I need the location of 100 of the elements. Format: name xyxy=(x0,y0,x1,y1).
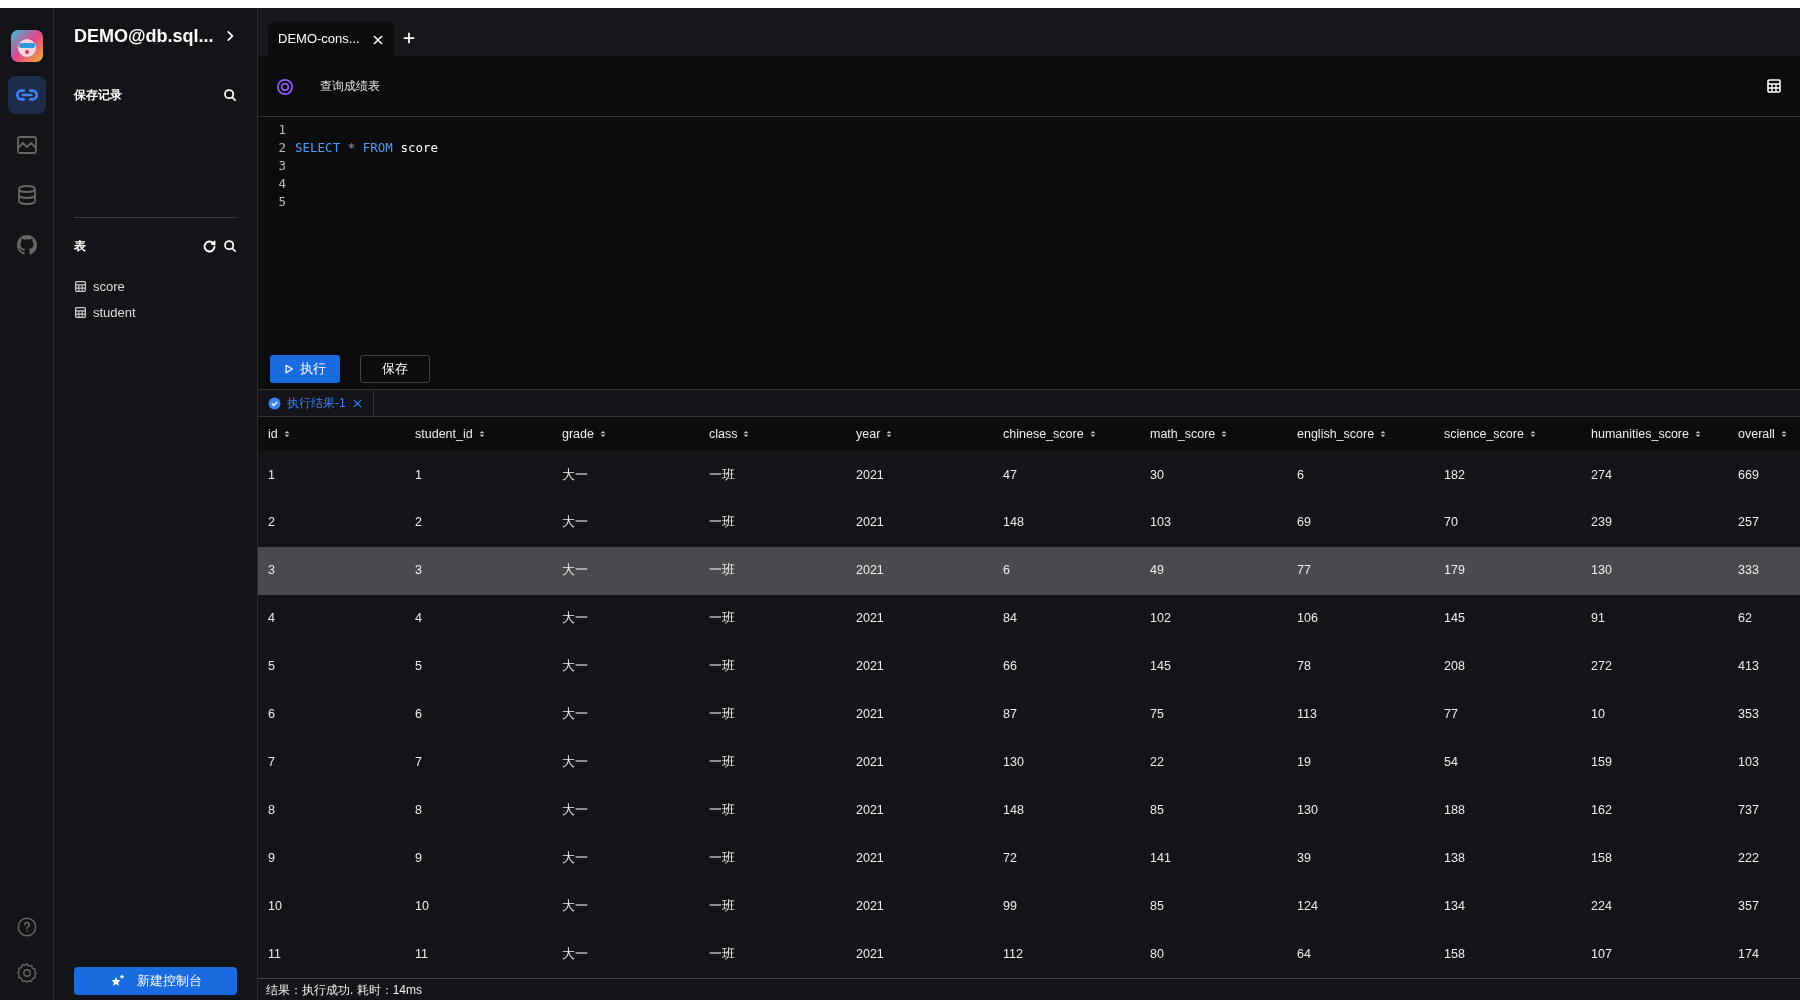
table-cell-text: 159 xyxy=(1591,754,1612,772)
table-cell-text: 106 xyxy=(1297,610,1318,628)
table-cell-text: 62 xyxy=(1738,610,1752,628)
table-cell-text: 69 xyxy=(1297,514,1311,532)
section-title: 表 xyxy=(74,238,86,255)
code-line: SELECT * FROM score xyxy=(295,138,439,157)
table-cell-text: 7 xyxy=(415,754,422,772)
table-cell-text: 239 xyxy=(1591,514,1612,532)
table-cell-text: 大一 xyxy=(562,945,588,963)
table-name[interactable]: score xyxy=(93,277,125,297)
search-icon[interactable] xyxy=(223,88,237,102)
table-cell-text: 737 xyxy=(1738,801,1759,819)
table-cell-text: 669 xyxy=(1738,466,1759,484)
line-number: 5 xyxy=(277,192,287,211)
table-cell-text: 124 xyxy=(1297,897,1318,915)
table-cell-text: 102 xyxy=(1150,610,1171,628)
table-cell-text: 145 xyxy=(1150,658,1171,676)
table-cell-text: 一班 xyxy=(709,706,735,724)
table-cell-text: 一班 xyxy=(709,610,735,628)
close-icon[interactable] xyxy=(371,33,384,46)
table-cell-text: 64 xyxy=(1297,945,1311,963)
column-header: math_score xyxy=(1150,425,1216,443)
table-cell-text: 113 xyxy=(1297,706,1317,724)
table-cell-text: 257 xyxy=(1738,514,1759,532)
table-cell-text: 19 xyxy=(1297,754,1311,772)
help-icon[interactable] xyxy=(15,916,38,938)
table-cell-text: 134 xyxy=(1444,897,1465,915)
table-cell-text: 77 xyxy=(1297,562,1311,580)
sidebar-nav-button[interactable] xyxy=(7,76,46,114)
table-cell-text: 148 xyxy=(1003,514,1024,532)
table-cell-text: 2021 xyxy=(856,466,884,484)
search-icon[interactable] xyxy=(223,238,237,253)
editor-tab[interactable]: DEMO-cons... xyxy=(268,22,394,56)
table-cell-text: 10 xyxy=(268,897,282,915)
table-cell-text: 80 xyxy=(1150,945,1164,963)
table-cell-text: 138 xyxy=(1444,849,1465,867)
table-cell-text: 4 xyxy=(268,610,275,628)
table-cell-text: 66 xyxy=(1003,658,1017,676)
table-cell-text: 188 xyxy=(1444,801,1465,819)
table-cell-text: 9 xyxy=(415,849,422,867)
table-cell-text: 130 xyxy=(1003,754,1024,772)
connection-title: DEMO@db.sql... xyxy=(74,24,214,48)
table-cell-text: 30 xyxy=(1150,466,1164,484)
table-cell-text: 5 xyxy=(415,658,422,676)
table-cell-text: 2021 xyxy=(856,706,884,724)
table-cell-text: 141 xyxy=(1150,849,1171,867)
table-cell-text: 47 xyxy=(1003,466,1017,484)
table-cell-text: 2 xyxy=(268,514,275,532)
column-header: student_id xyxy=(415,425,473,443)
table-cell-text: 一班 xyxy=(709,658,735,676)
table-cell-text: 大一 xyxy=(562,706,588,724)
table-cell-text: 6 xyxy=(415,706,422,724)
table-cell-text: 208 xyxy=(1444,658,1465,676)
plus-icon[interactable] xyxy=(401,31,416,45)
chart-icon xyxy=(14,133,39,157)
table-cell-text: 112 xyxy=(1003,945,1023,963)
table-cell-text: 2021 xyxy=(856,801,884,819)
table-cell-text: 一班 xyxy=(709,897,735,915)
line-number: 3 xyxy=(277,156,287,175)
table-cell-text: 103 xyxy=(1150,514,1171,532)
table-cell-text: 10 xyxy=(1591,706,1605,724)
table-cell-text: 大一 xyxy=(562,849,588,867)
table-cell-text: 7 xyxy=(268,754,275,772)
table-cell-text: 大一 xyxy=(562,897,588,915)
table-cell-text: 一班 xyxy=(709,466,735,484)
table-cell-text: 107 xyxy=(1591,945,1612,963)
table-cell-text: 222 xyxy=(1738,849,1759,867)
table-cell-text: 130 xyxy=(1297,801,1318,819)
table-cell-text: 70 xyxy=(1444,514,1458,532)
table-cell-text: 11 xyxy=(268,945,281,963)
run-button[interactable]: 执行 xyxy=(270,355,340,383)
table-cell-text: 158 xyxy=(1444,945,1465,963)
table-cell-text: 357 xyxy=(1738,897,1759,915)
table-cell-text: 11 xyxy=(415,945,428,963)
new-console-button[interactable]: 新建控制台 xyxy=(74,967,237,995)
table-cell-text: 77 xyxy=(1444,706,1458,724)
table-cell-text: 大一 xyxy=(562,658,588,676)
table-cell-text: 158 xyxy=(1591,849,1612,867)
result-tab[interactable]: 执行结果-1 xyxy=(258,390,374,416)
table-cell-text: 353 xyxy=(1738,706,1759,724)
column-header: year xyxy=(856,425,881,443)
settings-icon[interactable] xyxy=(15,962,38,984)
table-cell-text: 103 xyxy=(1738,754,1759,772)
refresh-icon[interactable] xyxy=(201,238,217,254)
table-cell-text: 大一 xyxy=(562,562,588,580)
table-cell-text: 72 xyxy=(1003,849,1017,867)
table-cell-text: 5 xyxy=(268,658,275,676)
table-cell-text: 大一 xyxy=(562,801,588,819)
table-cell-text: 一班 xyxy=(709,754,735,772)
table-cell-text: 8 xyxy=(415,801,422,819)
save-button[interactable]: 保存 xyxy=(360,355,430,383)
table-cell-text: 84 xyxy=(1003,610,1017,628)
table-cell-text: 179 xyxy=(1444,562,1465,580)
table-cell-text: 333 xyxy=(1738,562,1759,580)
table-view-icon[interactable] xyxy=(1766,78,1782,94)
table-cell-text: 9 xyxy=(268,849,275,867)
table-name[interactable]: student xyxy=(93,302,136,322)
table-cell-text: 22 xyxy=(1150,754,1164,772)
table-cell-text: 6 xyxy=(1297,466,1304,484)
table-cell-text: 10 xyxy=(415,897,429,915)
